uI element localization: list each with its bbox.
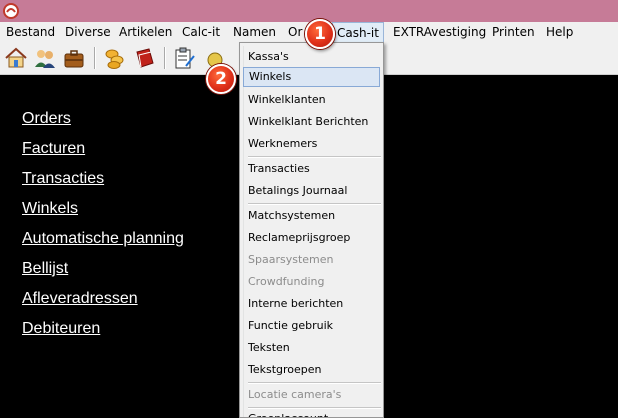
menu-separator bbox=[248, 407, 381, 408]
menu-item-winkelklant-berichten[interactable]: Winkelklant Berichten bbox=[243, 112, 380, 132]
menu-diverse[interactable]: Diverse bbox=[65, 25, 111, 39]
cash-it-dropdown-menu: Kassa's Winkels Winkelklanten Winkelklan… bbox=[239, 42, 384, 418]
link-winkels[interactable]: Winkels bbox=[22, 200, 78, 218]
menu-separator bbox=[248, 382, 381, 383]
step-badge-1: 1 bbox=[305, 19, 335, 49]
menu-help[interactable]: Help bbox=[546, 25, 573, 39]
menu-item-transacties[interactable]: Transacties bbox=[243, 159, 380, 179]
menu-artikelen[interactable]: Artikelen bbox=[119, 25, 172, 39]
menu-extravestiging[interactable]: EXTRAvestiging bbox=[393, 25, 486, 39]
link-afleveradressen[interactable]: Afleveradressen bbox=[22, 290, 138, 308]
menu-item-groepsaccount[interactable]: Groeplaccount bbox=[243, 409, 380, 417]
menu-item-crowdfunding: Crowdfunding bbox=[248, 275, 325, 288]
menu-namen[interactable]: Namen bbox=[233, 25, 276, 39]
users-icon[interactable] bbox=[33, 46, 57, 70]
menu-cash-it[interactable]: Cash-it bbox=[332, 22, 384, 43]
toolbar-separator bbox=[94, 47, 95, 69]
menu-item-winkelklanten[interactable]: Winkelklanten bbox=[243, 90, 380, 110]
toolbar-separator bbox=[164, 47, 165, 69]
link-orders[interactable]: Orders bbox=[22, 110, 71, 128]
menu-item-reclameprijsgroep[interactable]: Reclameprijsgroep bbox=[243, 228, 380, 248]
link-automatische-planning[interactable]: Automatische planning bbox=[22, 230, 184, 248]
menu-item-kassas[interactable]: Kassa's bbox=[243, 47, 380, 67]
briefcase-icon[interactable] bbox=[62, 46, 86, 70]
step-badge-2: 2 bbox=[206, 64, 236, 94]
home-icon[interactable] bbox=[4, 46, 28, 70]
menu-item-teksten[interactable]: Teksten bbox=[243, 338, 380, 358]
menu-printen[interactable]: Printen bbox=[492, 25, 535, 39]
menu-item-interne-berichten[interactable]: Interne berichten bbox=[243, 294, 380, 314]
menu-item-tekstgroepen[interactable]: Tekstgroepen bbox=[243, 360, 380, 380]
title-bar bbox=[0, 0, 618, 22]
menu-item-spaarsystemen: Spaarsystemen bbox=[248, 253, 334, 266]
menu-item-werknemers[interactable]: Werknemers bbox=[243, 134, 380, 154]
app-logo-icon[interactable] bbox=[3, 3, 19, 19]
menu-bestand[interactable]: Bestand bbox=[6, 25, 55, 39]
menu-separator bbox=[248, 156, 381, 157]
link-bellijst[interactable]: Bellijst bbox=[22, 260, 68, 278]
link-transacties[interactable]: Transacties bbox=[22, 170, 104, 188]
menu-item-winkels[interactable]: Winkels bbox=[243, 67, 380, 87]
link-facturen[interactable]: Facturen bbox=[22, 140, 85, 158]
menu-orders[interactable]: Or bbox=[288, 25, 302, 39]
book-icon[interactable] bbox=[133, 46, 157, 70]
menu-separator bbox=[248, 203, 381, 204]
menu-item-locatie-cameras: Locatie camera's bbox=[248, 388, 342, 401]
link-debiteuren[interactable]: Debiteuren bbox=[22, 320, 100, 338]
menu-item-functie-gebruik[interactable]: Functie gebruik bbox=[243, 316, 380, 336]
menu-item-matchsystemen[interactable]: Matchsystemen bbox=[243, 206, 380, 226]
clipboard-icon[interactable] bbox=[172, 46, 196, 70]
coins-icon[interactable] bbox=[103, 46, 127, 70]
menu-calc-it[interactable]: Calc-it bbox=[182, 25, 220, 39]
menu-item-betalings-journaal[interactable]: Betalings Journaal bbox=[243, 181, 380, 201]
